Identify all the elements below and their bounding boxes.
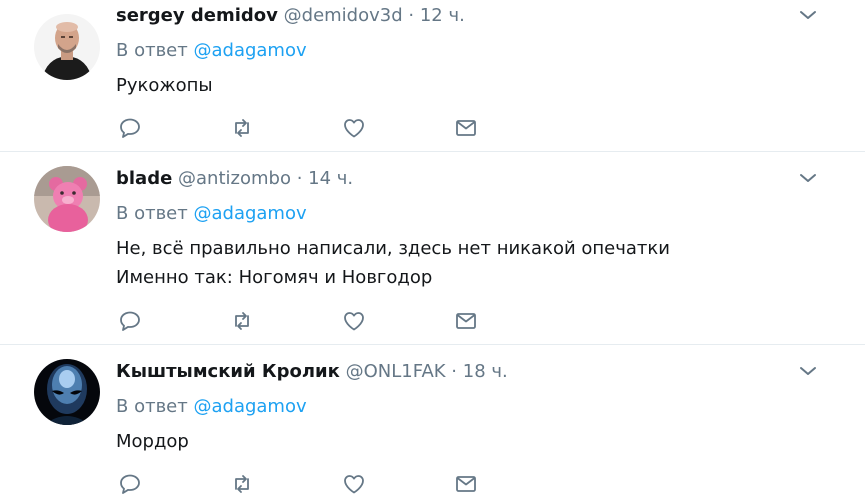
retweet-icon[interactable]	[230, 116, 254, 140]
display-name[interactable]: Кыштымский Кролик	[116, 361, 340, 382]
tweet-text: Не, всё правильно написали, здесь нет ни…	[116, 234, 670, 292]
mention-link[interactable]: @adagamov	[193, 396, 306, 417]
retweet-icon[interactable]	[230, 309, 254, 333]
tweet[interactable]: blade @antizombo · 14 ч. В ответ @adagam…	[0, 152, 865, 345]
heart-icon[interactable]	[342, 309, 366, 333]
reply-icon[interactable]	[118, 116, 142, 140]
reply-context: В ответ @adagamov	[116, 38, 307, 64]
tweet[interactable]: Кыштымский Кролик @ONL1FAK · 18 ч. В отв…	[0, 345, 865, 501]
tweet-actions	[118, 472, 498, 496]
tweet-actions	[118, 116, 498, 140]
reply-context: В ответ @adagamov	[116, 394, 307, 420]
avatar[interactable]	[34, 166, 100, 232]
envelope-icon[interactable]	[454, 309, 478, 333]
tweet-text-line: Мордор	[116, 431, 189, 452]
tweet-text-line: Именно так: Ногомяч и Новгодор	[116, 267, 433, 288]
reply-context: В ответ @adagamov	[116, 201, 307, 227]
separator: ·	[451, 361, 458, 382]
envelope-icon[interactable]	[454, 116, 478, 140]
display-name[interactable]: blade	[116, 168, 172, 189]
user-handle[interactable]: @demidov3d	[284, 5, 403, 26]
retweet-icon[interactable]	[230, 472, 254, 496]
separator: ·	[408, 5, 415, 26]
reply-prefix: В ответ	[116, 203, 188, 224]
reply-feed: sergey demidov @demidov3d · 12 ч. В отве…	[0, 0, 865, 501]
chevron-down-icon[interactable]	[799, 362, 817, 380]
tweet-actions	[118, 309, 498, 333]
mention-link[interactable]: @adagamov	[193, 40, 306, 61]
tweet-header: blade @antizombo · 14 ч.	[116, 166, 353, 192]
reply-prefix: В ответ	[116, 40, 188, 61]
chevron-down-icon[interactable]	[799, 169, 817, 187]
avatar[interactable]	[34, 359, 100, 425]
reply-icon[interactable]	[118, 309, 142, 333]
tweet-text-line: Рукожопы	[116, 75, 213, 96]
timestamp[interactable]: 18 ч.	[463, 361, 508, 382]
envelope-icon[interactable]	[454, 472, 478, 496]
tweet-header: sergey demidov @demidov3d · 12 ч.	[116, 3, 465, 29]
display-name[interactable]: sergey demidov	[116, 5, 278, 26]
heart-icon[interactable]	[342, 116, 366, 140]
tweet-text: Рукожопы	[116, 71, 213, 100]
tweet-text: Мордор	[116, 427, 189, 456]
separator: ·	[296, 168, 303, 189]
reply-icon[interactable]	[118, 472, 142, 496]
mention-link[interactable]: @adagamov	[193, 203, 306, 224]
timestamp[interactable]: 14 ч.	[308, 168, 353, 189]
tweet[interactable]: sergey demidov @demidov3d · 12 ч. В отве…	[0, 0, 865, 152]
user-handle[interactable]: @antizombo	[178, 168, 291, 189]
reply-prefix: В ответ	[116, 396, 188, 417]
chevron-down-icon[interactable]	[799, 6, 817, 24]
heart-icon[interactable]	[342, 472, 366, 496]
timestamp[interactable]: 12 ч.	[420, 5, 465, 26]
tweet-text-line: Не, всё правильно написали, здесь нет ни…	[116, 238, 670, 259]
avatar[interactable]	[34, 14, 100, 80]
user-handle[interactable]: @ONL1FAK	[346, 361, 446, 382]
tweet-header: Кыштымский Кролик @ONL1FAK · 18 ч.	[116, 359, 508, 385]
